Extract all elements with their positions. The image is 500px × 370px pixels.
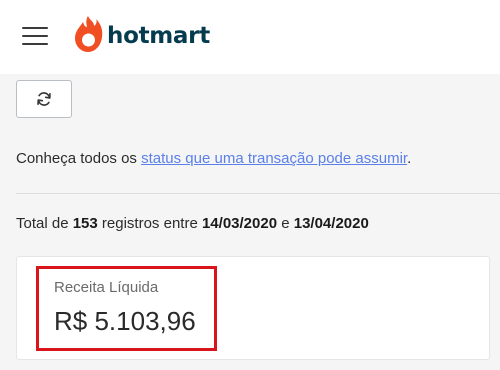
summary-text: registros entre	[97, 215, 202, 232]
flame-icon	[75, 16, 103, 52]
refresh-icon	[37, 92, 51, 106]
refresh-button[interactable]	[16, 80, 72, 118]
logo-text: hotmart	[107, 23, 210, 49]
summary-text: Total de	[16, 215, 73, 232]
top-bar: hotmart	[0, 0, 500, 74]
end-date: 13/04/2020	[293, 215, 369, 232]
transaction-status-link[interactable]: status que uma transação pode assumir	[141, 150, 407, 167]
hotmart-logo[interactable]: hotmart	[73, 14, 210, 54]
menu-line	[22, 43, 48, 45]
summary-text: e	[277, 215, 294, 232]
info-suffix: .	[407, 150, 412, 167]
menu-line	[22, 27, 48, 29]
records-summary: Total de 153 registros entre 14/03/2020 …	[16, 215, 369, 232]
status-info-text: Conheça todos os status que uma transaçã…	[16, 150, 411, 167]
hamburger-menu-icon[interactable]	[22, 26, 50, 46]
net-revenue-label: Receita Líquida	[54, 279, 159, 296]
info-prefix: Conheça todos os	[16, 150, 142, 167]
divider	[16, 193, 500, 194]
menu-line	[22, 35, 48, 37]
records-count: 153	[72, 215, 98, 232]
start-date: 14/03/2020	[201, 215, 278, 232]
net-revenue-value: R$ 5.103,96	[54, 306, 196, 336]
